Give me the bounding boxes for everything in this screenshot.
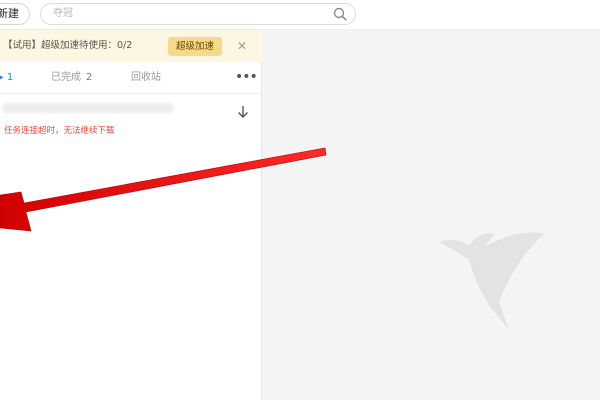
download-arrow-icon[interactable] [237, 105, 249, 119]
completed-label: 已完成 [51, 72, 81, 83]
trial-notice-text: 【试用】超级加速待使用：0/2 [3, 40, 133, 51]
task-list-panel: 【试用】超级加速待使用：0/2 超级加速 ✕ ▶ 1 已完成2 回收站 ••• … [0, 30, 262, 400]
task-name-blurred [2, 103, 174, 113]
search-input[interactable]: 夺冠 [40, 3, 356, 25]
app-window: 新建 夺冠 【试用】超级加速待使用：0/2 超级加速 ✕ ▶ 1 已完成 2 回收… [0, 0, 600, 400]
task-error-message: 任务连接超时，无法继续下载 [4, 126, 115, 136]
new-task-button[interactable]: 新建 [0, 3, 30, 25]
task-detail-panel [263, 30, 600, 400]
task-row[interactable]: 任务连接超时，无法继续下载 [0, 96, 262, 140]
tab-completed[interactable]: 已完成 2 [51, 62, 92, 94]
task-tabs: ▶ 1 已完成 2 回收站 ••• [0, 62, 262, 94]
top-bar: 新建 夺冠 [0, 0, 600, 30]
more-options-icon[interactable]: ••• [235, 70, 258, 84]
search-placeholder: 夺冠 [53, 8, 73, 19]
tab-downloading[interactable]: ▶ 1 [0, 62, 13, 94]
hummingbird-logo-icon [439, 232, 545, 330]
play-icon: ▶ [0, 72, 7, 83]
downloading-count: 1 [6, 72, 14, 83]
search-icon[interactable] [333, 7, 347, 21]
trial-notice-bar: 【试用】超级加速待使用：0/2 超级加速 ✕ [0, 30, 262, 62]
completed-count: 2 [86, 72, 93, 83]
tab-recycle-bin[interactable]: 回收站 [131, 62, 161, 94]
close-icon[interactable]: ✕ [236, 37, 248, 55]
super-boost-button[interactable]: 超级加速 [168, 37, 222, 56]
